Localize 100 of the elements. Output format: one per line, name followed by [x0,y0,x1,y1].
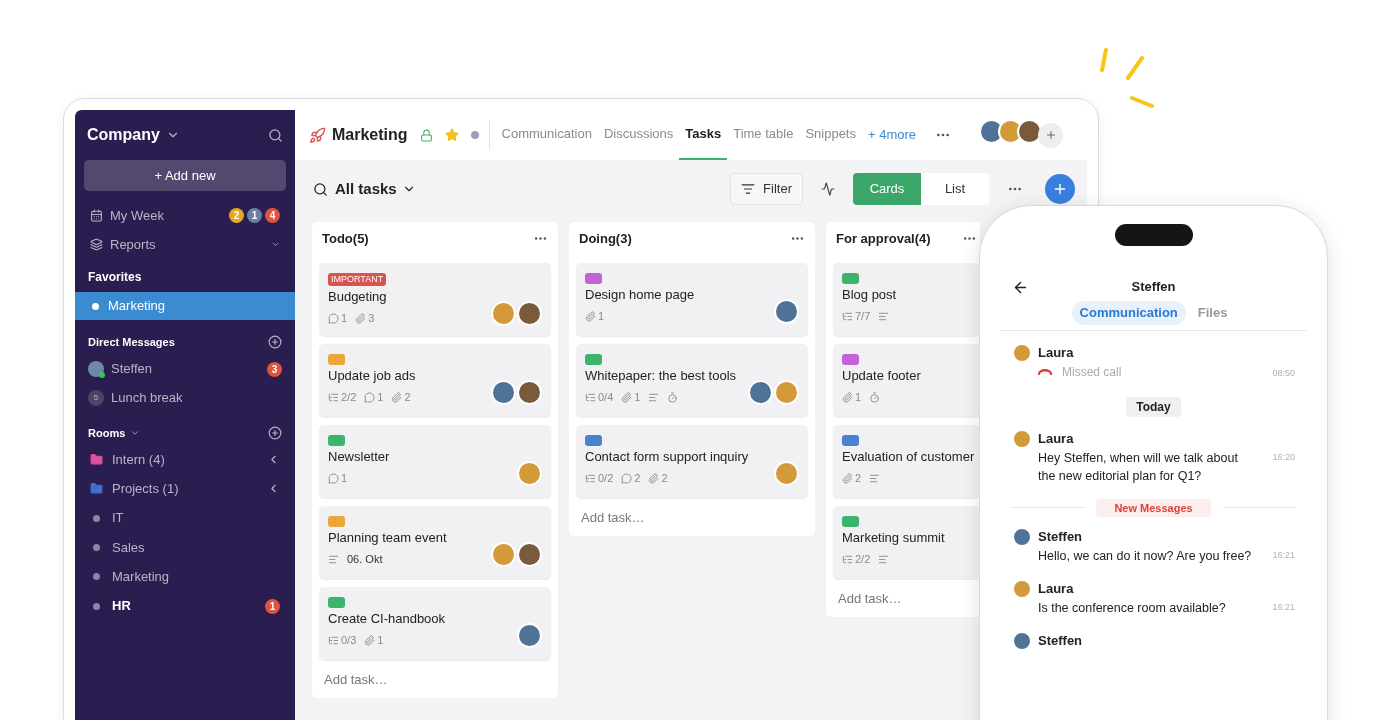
favorite-item[interactable]: Marketing [75,292,295,320]
room-item[interactable]: IT [75,503,295,533]
meta-count: 0/3 [341,633,357,648]
task-card[interactable]: Evaluation of customer 2 [833,425,980,498]
dm-item[interactable]: Steffen 3 [75,354,295,384]
add-task-button[interactable] [1045,174,1075,204]
task-title: Planning team event [328,529,448,547]
layers-icon [90,238,103,251]
add-new-button[interactable]: + Add new [84,160,286,191]
meta-count: 3 [368,311,375,326]
subtasks-icon [842,310,853,322]
nav-item[interactable]: My Week 2 1 4 [75,201,295,230]
nav-item[interactable]: Reports [75,230,295,259]
tab[interactable]: Tasks [679,110,728,160]
nav-label: My Week [110,206,165,225]
task-card[interactable]: Newsletter 1 [319,425,551,498]
meta-count: 06. Okt [347,552,383,567]
task-title: Update footer [842,367,922,385]
paperclip-icon [842,472,853,484]
favorite-label: Marketing [108,297,166,316]
task-card[interactable]: Blog post 7/7 [833,263,980,336]
star-icon[interactable] [444,128,459,142]
task-card[interactable]: IMPORTANT Budgeting 1 3 [319,263,551,336]
search-icon[interactable] [268,127,283,143]
section-heading: Direct Messages [88,335,175,350]
room-item[interactable]: Projects (1) [75,474,295,504]
task-card[interactable]: Planning team event 06. Okt [319,506,551,579]
count-badge: 1 [247,208,262,223]
add-icon[interactable] [268,425,282,440]
task-card[interactable]: Update footer 1 [833,344,980,417]
important-tag: IMPORTANT [328,273,387,286]
meta-count: 1 [377,633,384,648]
message-text: Hello, we can do it now? Are you free? [1038,548,1253,565]
message-author: Laura [1038,429,1074,448]
room-item[interactable]: Marketing [75,562,295,592]
paperclip-icon [391,391,403,403]
task-card[interactable]: Update job ads 2/2 1 2 [319,344,551,417]
tab[interactable]: Communication [495,110,598,160]
message-time: 16:21 [1272,549,1295,562]
message-time: 08:50 [1272,366,1295,380]
comment-icon [621,472,633,484]
subtasks-icon [585,472,596,484]
add-task-link[interactable]: Add task… [576,506,808,528]
message-time: 16:21 [1272,601,1295,614]
chat-title: Steffen [1131,278,1176,297]
sparkle-drawing [1100,48,1156,110]
lines-icon [878,553,890,565]
activity-icon[interactable] [821,182,835,196]
meta-count: 7/7 [855,309,871,324]
lines-icon [328,553,339,565]
paperclip-icon [585,310,596,322]
room-item[interactable]: Sales [75,532,295,563]
caret-icon[interactable] [271,240,280,249]
paperclip-icon [364,634,376,646]
meta-count: 1 [377,390,384,405]
task-title: Newsletter [328,448,391,466]
task-card[interactable]: Whitepaper: the best tools 0/4 1 [576,344,808,417]
add-icon[interactable] [268,335,282,350]
paperclip-icon [648,472,660,484]
count-badge: 3 [267,361,282,377]
meta-count: 1 [598,309,605,324]
room-item[interactable]: HR 1 [75,591,295,621]
subtasks-icon [328,634,339,646]
timer-icon [869,391,881,403]
chat-tab[interactable]: Communication [1071,301,1186,325]
nav-label: Reports [110,235,157,254]
message-text: Hey Steffen, when will we talk about the new editorial plan for Q1? [1038,449,1239,485]
task-card[interactable]: Contact form support inquiry 0/2 2 2 [576,425,808,498]
dm-label: Lunch break [111,389,184,408]
comment-icon [328,472,339,484]
section-heading: Rooms [88,425,126,441]
meta-count: 2 [634,471,641,486]
room-item[interactable]: Intern (4) [75,445,295,475]
workspace-title[interactable]: Company [87,123,160,147]
meta-count: 2 [855,471,862,486]
subtasks-icon [585,391,596,403]
task-card[interactable]: Design home page 1 [576,263,808,336]
add-task-link[interactable]: Add task… [833,587,980,609]
tab[interactable]: Snippets [799,110,862,160]
task-title: Budgeting [328,288,388,306]
more-tabs-link[interactable]: + 4more [862,110,923,160]
filter-button[interactable]: Filter [730,173,803,205]
tab[interactable]: Time table [727,110,800,160]
dm-item[interactable]: 5 Lunch break [75,383,295,413]
task-card[interactable]: Create CI-handbook 0/3 1 [319,587,551,660]
meta-count: 2 [404,390,411,405]
message-time: 16:20 [1272,450,1295,464]
room-label: Projects (1) [112,480,180,499]
task-card[interactable]: Marketing summit 2/2 [833,506,980,579]
search-icon[interactable] [313,181,328,197]
view-title[interactable]: All tasks [335,177,397,201]
task-title: Whitepaper: the best tools [585,367,738,385]
add-task-link[interactable]: Add task… [319,668,551,690]
hang-up-phone-icon [1038,368,1052,375]
task-title: Contact form support inquiry [585,448,750,466]
plus-icon [1052,181,1068,197]
tab[interactable]: Discussions [597,110,680,160]
paperclip-icon [355,312,367,324]
group-avatar: 5 [88,390,104,406]
task-title: Create CI-handbook [328,610,447,628]
